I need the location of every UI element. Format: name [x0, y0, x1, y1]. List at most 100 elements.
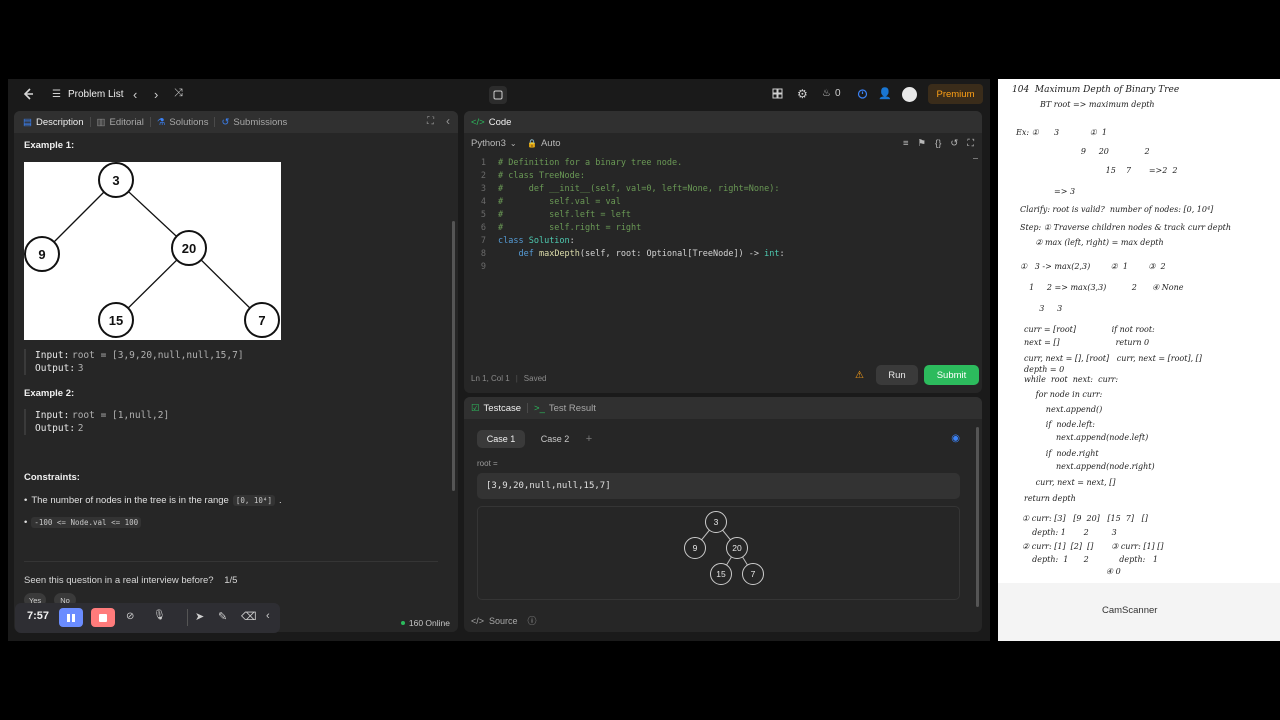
reset-icon[interactable]: ↺ — [950, 138, 958, 149]
tree-node: 3 — [705, 511, 727, 533]
tab-code[interactable]: </> Code — [464, 111, 517, 133]
constraint2-code: -100 <= Node.val <= 100 — [31, 517, 142, 528]
save-status: Saved — [523, 374, 547, 383]
timer-icon[interactable] — [857, 88, 868, 99]
layout-icon[interactable] — [772, 88, 783, 99]
bookmark-icon[interactable]: ⚑ — [917, 138, 926, 149]
stop-button[interactable] — [91, 608, 115, 627]
code-line: 2 # class TreeNode: — [480, 171, 585, 181]
case1-tab[interactable]: Case 1 — [477, 430, 525, 448]
pause-button[interactable] — [59, 608, 83, 627]
problem-list-link[interactable]: ☰ Problem List — [52, 89, 124, 100]
input-value: root = [3,9,20,null,null,15,7] — [71, 350, 244, 361]
online-dot-icon — [400, 621, 405, 625]
constraint1-end: . — [278, 495, 282, 506]
next-problem-icon[interactable]: › — [154, 87, 158, 102]
notes-line: BT root => maximum depth — [1040, 100, 1155, 109]
submit-button[interactable]: Submit — [924, 365, 979, 385]
example1-tree-image: 3 9 20 15 7 — [24, 162, 281, 340]
tree-visualization: 3 9 20 15 7 — [477, 506, 960, 600]
notes-line: Clarify: root is valid? number of nodes:… — [1020, 205, 1214, 214]
tree-node: 20 — [171, 230, 207, 266]
tree-node: 7 — [742, 563, 764, 585]
code-brackets-icon: </> — [471, 615, 485, 626]
collapse-chevron-icon[interactable]: ‹ — [266, 610, 270, 622]
input-value: root = [1,null,2] — [71, 410, 170, 421]
scrollbar[interactable] — [452, 221, 455, 491]
settings-gear-icon[interactable]: ⚙ — [797, 87, 808, 101]
auto-mode[interactable]: 🔒 Auto — [527, 138, 561, 149]
scrollbar[interactable] — [976, 427, 979, 607]
eraser-icon[interactable]: ⌫ — [241, 610, 257, 623]
tab-editorial[interactable]: ▥ Editorial — [91, 111, 150, 133]
notes-line: 9 20 2 — [1058, 147, 1150, 156]
output-value: 2 — [77, 423, 84, 434]
shuffle-icon[interactable]: ⤨ — [174, 87, 183, 100]
run-button[interactable]: Run — [876, 365, 918, 385]
case2-tab[interactable]: Case 2 — [532, 430, 578, 448]
tab-solutions[interactable]: ⚗ Solutions — [151, 111, 215, 133]
description-panel: ▤ Description ▥ Editorial ⚗ Solutions ↺ … — [14, 111, 458, 632]
debug-icon[interactable]: ⚠ — [855, 370, 864, 381]
language-label: Python3 — [471, 138, 506, 149]
root-input[interactable]: [3,9,20,null,null,15,7] — [477, 473, 960, 499]
leetcode-logo-icon[interactable] — [22, 88, 35, 101]
notes-line: curr = [root] if not root: — [1024, 325, 1155, 334]
divider — [24, 561, 438, 562]
premium-label: Premium — [936, 88, 975, 100]
language-select[interactable]: Python3 ⌄ — [471, 138, 517, 149]
tree-node: 7 — [244, 302, 280, 338]
example2-title: Example 2: — [24, 388, 75, 399]
tab-description[interactable]: ▤ Description — [14, 111, 90, 133]
pen-icon[interactable]: ✎ — [218, 610, 227, 623]
add-case-button[interactable]: + — [581, 430, 597, 448]
tab-testcase[interactable]: ☑ Testcase — [464, 397, 527, 419]
notes-line: for node in curr: — [1028, 390, 1103, 399]
notes-icon[interactable] — [489, 86, 507, 104]
notes-line: ④ 0 — [1022, 567, 1121, 576]
fire-icon: ♨ — [822, 88, 831, 99]
premium-button[interactable]: Premium — [928, 84, 983, 104]
code-line: 7 class Solution: — [480, 236, 575, 246]
list-icon: ☰ — [52, 89, 61, 100]
add-friend-icon[interactable]: 👤 — [878, 87, 892, 100]
source-link[interactable]: </> Source ⓘ — [471, 614, 537, 627]
expand-icon[interactable]: ⛶ — [427, 116, 434, 127]
cursor-position: Ln 1, Col 1 — [471, 374, 510, 383]
streak-counter[interactable]: ♨ 0 — [822, 88, 841, 99]
tab-submissions-label: Submissions — [233, 116, 288, 128]
lock-icon: 🔒 — [527, 139, 537, 148]
notes-line: ② max (left, right) = max depth — [1020, 238, 1164, 247]
microphone-icon[interactable]: 🎙 — [153, 610, 166, 621]
constraint1-text: The number of nodes in the tree is in th… — [31, 495, 229, 506]
camera-off-icon[interactable]: ⊘ — [126, 611, 134, 622]
source-label: Source — [489, 615, 518, 626]
format-icon[interactable]: ≡ — [903, 138, 909, 149]
braces-icon[interactable]: {} — [935, 138, 941, 149]
problem-list-label: Problem List — [67, 89, 124, 100]
eye-icon[interactable]: ◉ — [951, 433, 960, 444]
notes-line: curr, next = [], [root] curr, next = [ro… — [1024, 354, 1202, 363]
testcase-tabs: ☑ Testcase >_ Test Result — [464, 397, 982, 419]
pause-icon — [67, 613, 75, 622]
prev-problem-icon[interactable]: ‹ — [133, 87, 137, 102]
notes-line: depth: 1 2 depth: 1 — [1022, 555, 1159, 564]
tab-test-result[interactable]: >_ Test Result — [528, 397, 602, 419]
user-avatar[interactable] — [902, 87, 917, 102]
tab-submissions[interactable]: ↺ Submissions — [215, 111, 293, 133]
tab-solutions-label: Solutions — [169, 116, 209, 128]
output-key: Output: — [35, 363, 76, 374]
collapse-chevron-icon[interactable]: ‹ — [446, 114, 450, 128]
tree-node: 9 — [684, 537, 706, 559]
fullscreen-icon[interactable]: ⛶ — [967, 138, 974, 149]
example1-io: Input: root = [3,9,20,null,null,15,7] Ou… — [24, 349, 244, 375]
streak-count: 0 — [834, 88, 841, 99]
tree-node: 9 — [24, 236, 60, 272]
auto-label: Auto — [540, 138, 561, 149]
online-label: 160 Online — [408, 618, 450, 628]
notes-line: ① 3 -> max(2,3) ② 1 ③ 2 — [1020, 262, 1166, 271]
code-header: </> Code — [464, 111, 982, 133]
cursor-arrow-icon[interactable]: ➤ — [195, 610, 204, 623]
editor-toolbar: ≡ ⚑ {} ↺ ⛶ — [903, 138, 974, 149]
history-icon: ↺ — [221, 116, 230, 128]
